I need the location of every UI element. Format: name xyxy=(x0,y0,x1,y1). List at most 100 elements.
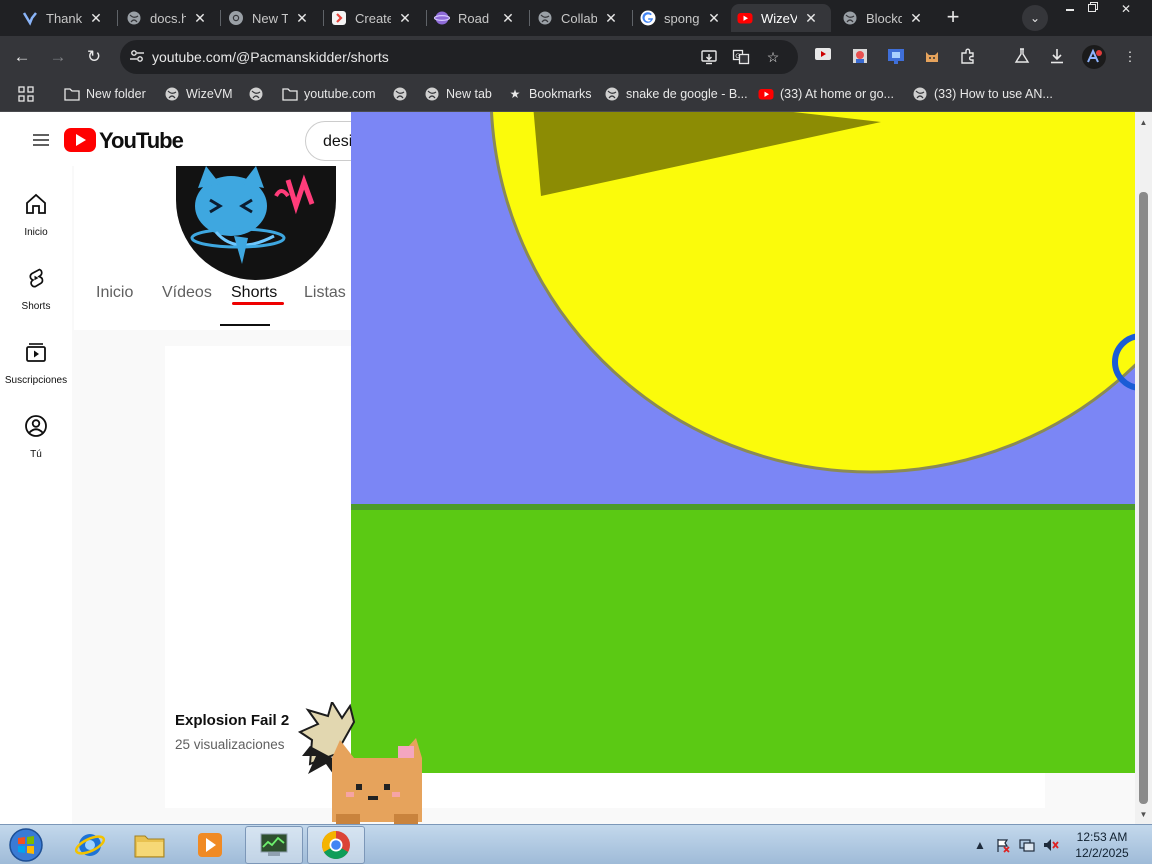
bookmark-how-to-use[interactable]: (33) How to use AN... xyxy=(912,86,1053,102)
browser-toolbar: ← → ↻ youtube.com/@Pacmanskidder/shorts … xyxy=(0,36,1152,78)
short-views: 25 visualizaciones xyxy=(175,737,285,752)
guide-item-shorts[interactable]: Shorts xyxy=(0,266,72,312)
tab-listas[interactable]: Listas xyxy=(304,284,346,302)
tab-shorts[interactable]: Shorts xyxy=(231,284,277,302)
bookmark-youtube-folder[interactable]: youtube.com xyxy=(282,86,376,102)
search-input-value[interactable]: desi xyxy=(323,133,352,151)
short-title[interactable]: Explosion Fail 2 xyxy=(175,712,289,729)
tab-docs[interactable]: docs.h ✕ xyxy=(120,4,216,32)
close-icon[interactable]: ✕ xyxy=(706,10,722,27)
action-center-flag-icon[interactable] xyxy=(995,837,1011,853)
tab-inicio[interactable]: Inicio xyxy=(96,284,133,302)
start-button[interactable] xyxy=(4,826,48,864)
youtube-logo-text[interactable]: YouTube xyxy=(99,128,184,154)
reload-button[interactable]: ↻ xyxy=(82,45,106,69)
extension-pixel-icon[interactable] xyxy=(886,47,906,67)
back-button[interactable]: ← xyxy=(10,45,34,69)
close-icon[interactable]: ✕ xyxy=(908,10,924,27)
downloads-icon[interactable] xyxy=(1047,47,1067,67)
chrome-icon xyxy=(322,831,350,859)
tab-videos[interactable]: Vídeos xyxy=(162,284,212,302)
guide-item-home[interactable]: Inicio xyxy=(0,192,72,238)
bookmark-at-home[interactable]: (33) At home or go... xyxy=(758,86,894,102)
bookmark-bookmarks[interactable]: ★ Bookmarks xyxy=(507,86,592,102)
bookmark-unnamed-2[interactable] xyxy=(392,86,414,102)
close-window-button[interactable]: ✕ xyxy=(1112,0,1140,18)
tab-create[interactable]: Create ✕ xyxy=(325,4,421,32)
globe-icon xyxy=(424,86,440,102)
youtube-page: YouTube desi Inicio Shorts Suscripciones… xyxy=(0,112,1152,824)
close-icon[interactable]: ✕ xyxy=(88,10,104,27)
show-hidden-icons[interactable]: ▲ xyxy=(972,837,988,853)
volume-muted-icon[interactable] xyxy=(1043,837,1059,853)
channel-avatar[interactable] xyxy=(176,166,336,280)
globe-icon xyxy=(126,10,142,26)
address-bar[interactable]: youtube.com/@Pacmanskidder/shorts G ☆ xyxy=(120,40,798,74)
taskbar-internet-explorer[interactable] xyxy=(64,826,116,864)
extensions-puzzle-icon[interactable] xyxy=(958,47,978,67)
bookmarks-bar: New folder WizeVM youtube.com New tab ★ … xyxy=(0,78,1152,112)
system-clock[interactable]: 12:53 AM 12/2/2025 xyxy=(1064,829,1140,861)
guide-item-you[interactable]: Tú xyxy=(0,414,72,460)
bookmark-label: youtube.com xyxy=(304,87,376,101)
tab-thank[interactable]: Thank ✕ xyxy=(16,4,112,32)
scroll-down-icon[interactable]: ▼ xyxy=(1139,810,1148,819)
globe-icon xyxy=(912,86,928,102)
tab-sponge[interactable]: spong ✕ xyxy=(634,4,730,32)
close-icon[interactable]: ✕ xyxy=(397,10,413,27)
youtube-logo-icon[interactable] xyxy=(64,128,96,152)
bookmark-new-tab[interactable]: New tab xyxy=(424,86,492,102)
install-app-icon[interactable] xyxy=(700,48,718,66)
bookmark-snake-google[interactable]: snake de google - B... xyxy=(604,86,748,102)
tab-blockd[interactable]: Blockd ✕ xyxy=(836,4,932,32)
hamburger-menu-icon[interactable] xyxy=(33,134,49,146)
tab-search-button[interactable]: ⌄ xyxy=(1022,5,1048,31)
tab-road[interactable]: Road ✕ xyxy=(428,4,524,32)
taskbar-chrome[interactable] xyxy=(307,826,365,864)
extension-video-icon[interactable] xyxy=(813,47,833,67)
close-icon[interactable]: ✕ xyxy=(294,10,310,27)
scrollbar-thumb[interactable] xyxy=(1139,192,1148,804)
bookmark-label: WizeVM xyxy=(186,87,233,101)
close-icon[interactable]: ✕ xyxy=(803,10,819,27)
close-icon[interactable]: ✕ xyxy=(192,10,208,27)
extension-character-icon[interactable] xyxy=(850,47,870,67)
tab-title: New T xyxy=(252,10,288,26)
bookmark-unnamed[interactable] xyxy=(248,86,270,102)
shorts-icon xyxy=(29,268,44,288)
arrow-left-icon: ← xyxy=(13,47,31,66)
guide-item-subscriptions[interactable]: Suscripciones xyxy=(0,340,72,386)
extension-cat-icon[interactable] xyxy=(922,47,942,67)
taskbar-file-explorer[interactable] xyxy=(124,826,176,864)
close-icon[interactable]: ✕ xyxy=(603,10,619,27)
translate-icon[interactable]: G xyxy=(732,48,750,66)
new-tab-button[interactable]: + xyxy=(942,6,964,28)
tab-wizev-active[interactable]: WizeV ✕ xyxy=(731,4,831,32)
short-video-player[interactable] xyxy=(351,112,1135,773)
close-icon[interactable]: ✕ xyxy=(500,10,516,27)
apps-grid-button[interactable] xyxy=(18,86,40,102)
bookmark-new-folder[interactable]: New folder xyxy=(64,86,146,102)
restore-button[interactable] xyxy=(1079,0,1107,18)
pet-sprite-icon xyxy=(297,699,422,824)
taskbar-media-player[interactable] xyxy=(184,826,236,864)
network-icon[interactable] xyxy=(1019,837,1035,853)
tab-new[interactable]: New T ✕ xyxy=(222,4,318,32)
bookmark-label: snake de google - B... xyxy=(626,87,748,101)
page-scrollbar[interactable]: ▲ ▼ xyxy=(1135,112,1152,824)
bookmark-wizevm[interactable]: WizeVM xyxy=(164,86,233,102)
tab-separator xyxy=(529,10,530,26)
site-settings-icon[interactable] xyxy=(128,48,146,66)
profile-avatar-icon[interactable] xyxy=(1082,45,1106,69)
bookmark-star-icon[interactable]: ☆ xyxy=(764,48,782,66)
scroll-up-icon[interactable]: ▲ xyxy=(1139,118,1148,127)
labs-flask-icon[interactable] xyxy=(1012,47,1032,67)
url-text[interactable]: youtube.com/@Pacmanskidder/shorts xyxy=(152,49,389,65)
taskbar-task-manager[interactable] xyxy=(245,826,303,864)
desktop-pet-sprites[interactable] xyxy=(296,699,432,824)
forward-button[interactable]: → xyxy=(46,45,70,69)
tab-separator xyxy=(323,10,324,26)
menu-kebab-icon[interactable]: ⋮ xyxy=(1120,47,1140,67)
tab-collab[interactable]: Collab ✕ xyxy=(531,4,627,32)
globe-icon xyxy=(164,86,180,102)
